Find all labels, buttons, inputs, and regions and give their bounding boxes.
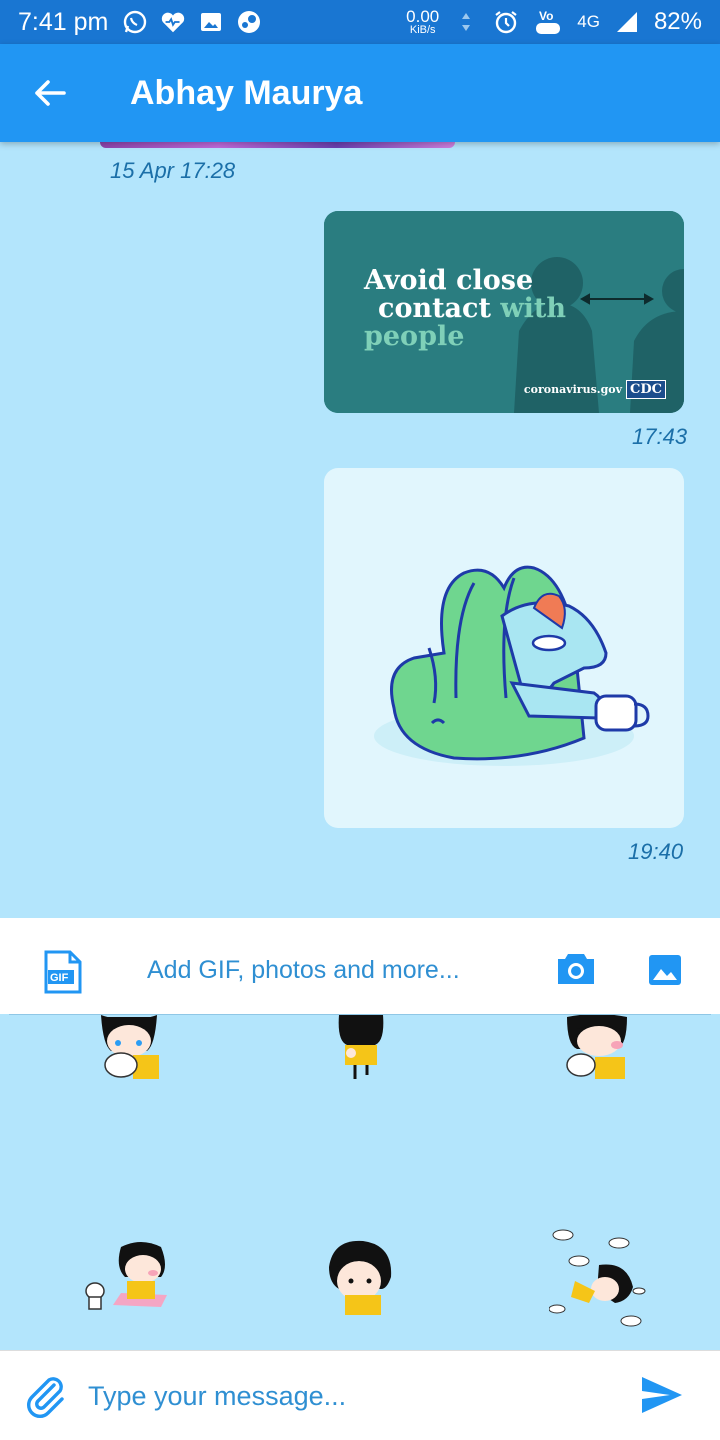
- gif-file-icon[interactable]: GIF: [42, 950, 82, 999]
- heart-icon: [160, 9, 186, 35]
- svg-text:Vo: Vo: [539, 9, 553, 23]
- back-button[interactable]: [0, 44, 100, 142]
- image-message-bubble[interactable]: Avoid close contact with people coronavi…: [324, 211, 684, 413]
- received-image[interactable]: [100, 142, 455, 148]
- cdc-logo: CDC: [626, 380, 666, 399]
- sticker-item[interactable]: [331, 1015, 391, 1086]
- data-arrows-icon: [453, 9, 479, 35]
- volte-icon: Vo: [533, 9, 563, 35]
- gallery-icon: [198, 9, 224, 35]
- message-timestamp: 15 Apr 17:28: [110, 158, 236, 183]
- paperclip-icon[interactable]: [24, 1375, 68, 1424]
- frog-sticker-image: [374, 565, 650, 766]
- send-icon[interactable]: [640, 1375, 684, 1420]
- sticker-item[interactable]: [548, 1221, 649, 1336]
- battery-percent: 82%: [653, 8, 702, 35]
- network-type: 4G: [577, 12, 600, 31]
- arrow-back-icon: [35, 80, 66, 106]
- sticker-item[interactable]: [559, 1014, 635, 1086]
- cdc-footer: coronavirus.gov CDC: [524, 380, 666, 399]
- alarm-icon: [493, 9, 519, 35]
- status-bar: 7:41 pm 0.00 KiB/s Vo 4G 82%: [0, 0, 720, 44]
- status-time: 7:41 pm: [18, 7, 109, 36]
- svg-text:GIF: GIF: [50, 972, 69, 984]
- chat-messages[interactable]: 15 Apr 17:28 Avoid close contact with pe…: [0, 142, 720, 918]
- message-timestamp: 17:43: [632, 424, 688, 449]
- steam-icon: [236, 9, 262, 35]
- signal-icon: [614, 9, 640, 35]
- sticker-picker[interactable]: [9, 1014, 711, 1340]
- cdc-card-text: Avoid close contact with people: [364, 265, 566, 352]
- sticker-item[interactable]: [91, 1015, 167, 1086]
- sticker-item[interactable]: [321, 1237, 401, 1322]
- camera-icon[interactable]: [556, 952, 596, 991]
- sticker-message-bubble[interactable]: [324, 468, 684, 828]
- message-composer: [0, 1350, 720, 1440]
- message-timestamp: 19:40: [628, 839, 684, 864]
- add-media-label[interactable]: Add GIF, photos and more...: [147, 956, 460, 985]
- message-input[interactable]: [88, 1373, 608, 1419]
- media-bar: GIF Add GIF, photos and more...: [0, 918, 720, 1014]
- net-speed: 0.00 KiB/s: [406, 7, 440, 36]
- app-bar: Abhay Maurya: [0, 44, 720, 142]
- sticker-item[interactable]: [81, 1237, 171, 1318]
- whatsapp-icon: [122, 9, 148, 35]
- chat-title: Abhay Maurya: [130, 73, 363, 112]
- photo-icon[interactable]: [648, 954, 682, 991]
